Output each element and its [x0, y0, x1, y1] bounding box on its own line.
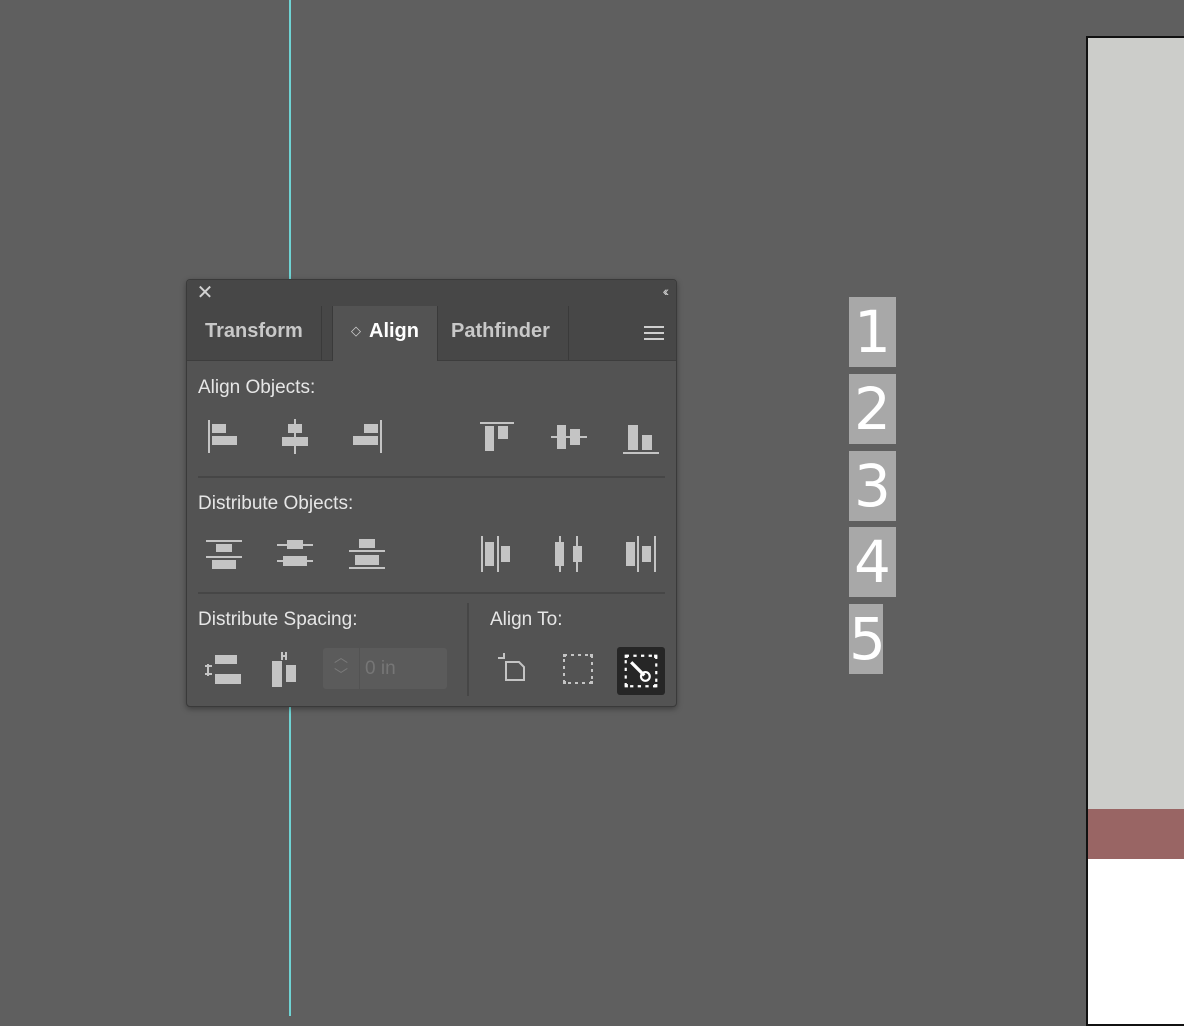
spacing-field: ︿ ﹀	[323, 648, 447, 689]
collapse-icon[interactable]: ‹‹	[663, 283, 670, 299]
vertical-distribute-space-icon	[205, 655, 241, 684]
distribute-bottom-edges-button[interactable]	[345, 532, 389, 576]
align-to-label: Align To:	[490, 609, 563, 630]
selection-icon	[563, 654, 593, 684]
align-to-artboard-button[interactable]	[492, 647, 536, 691]
tab-label: Align	[369, 320, 419, 342]
align-to-key-object-button[interactable]	[617, 647, 665, 695]
distribute-horizontal-centers-button[interactable]	[547, 532, 591, 576]
distribute-top-edges-button[interactable]	[202, 532, 246, 576]
chevron-up-icon[interactable]: ︿	[334, 649, 348, 665]
panel-menu-icon[interactable]	[644, 326, 664, 340]
artboard[interactable]	[1086, 36, 1184, 1026]
panel-titlebar[interactable]: ✕ ‹‹	[187, 280, 676, 306]
number-box-2[interactable]: 2	[849, 374, 896, 444]
number-box-1[interactable]: 1	[849, 297, 896, 367]
spacing-stepper[interactable]: ︿ ﹀	[323, 648, 360, 689]
distribute-hcenter-icon	[555, 536, 582, 572]
section-vertical-divider	[467, 603, 469, 696]
align-left-edges-button[interactable]	[201, 415, 245, 459]
distribute-vertical-centers-button[interactable]	[273, 532, 317, 576]
distribute-left-edges-button[interactable]	[475, 532, 519, 576]
number-box-5[interactable]: 5	[849, 604, 883, 674]
artboard-gray-area	[1088, 38, 1184, 809]
distribute-bottom-icon	[349, 539, 385, 569]
panel-tabbar: Transform ◇ Align Pathfinder	[187, 306, 676, 361]
tab-pathfinder[interactable]: Pathfinder	[433, 306, 569, 360]
number-label: 2	[854, 375, 891, 443]
tab-transform[interactable]: Transform	[187, 306, 322, 360]
close-icon[interactable]: ✕	[195, 283, 215, 303]
number-label: 1	[854, 298, 891, 366]
tab-label: Transform	[205, 320, 303, 342]
section-divider	[198, 476, 665, 478]
artboard-red-band	[1088, 809, 1184, 859]
distribute-vcenter-icon	[277, 540, 313, 566]
align-hcenter-icon	[282, 419, 308, 454]
align-left-icon	[208, 420, 237, 453]
spacing-input[interactable]	[363, 654, 447, 684]
align-right-edges-button[interactable]	[345, 415, 389, 459]
align-to-selection-button[interactable]	[556, 647, 600, 691]
align-bottom-icon	[623, 425, 659, 454]
number-box-3[interactable]: 3	[849, 451, 896, 521]
vertical-distribute-space-button[interactable]	[201, 647, 245, 691]
distribute-top-icon	[206, 540, 242, 569]
align-right-icon	[353, 420, 382, 453]
number-label: 3	[854, 452, 891, 520]
number-box-4[interactable]: 4	[849, 527, 896, 597]
tab-align[interactable]: ◇ Align	[332, 306, 438, 361]
align-vcenter-icon	[551, 425, 587, 449]
align-vertical-centers-button[interactable]	[547, 415, 591, 459]
key-object-icon	[624, 654, 658, 688]
horizontal-distribute-space-icon	[272, 652, 296, 687]
distribute-right-edges-button[interactable]	[618, 532, 662, 576]
distribute-right-icon	[626, 536, 656, 572]
distribute-left-icon	[481, 536, 510, 572]
align-horizontal-centers-button[interactable]	[273, 415, 317, 459]
align-top-edges-button[interactable]	[475, 415, 519, 459]
chevron-down-icon[interactable]: ﹀	[334, 667, 348, 683]
number-label: 5	[849, 605, 883, 673]
align-bottom-edges-button[interactable]	[618, 415, 662, 459]
updown-arrows-icon: ◇	[351, 323, 361, 338]
align-objects-label: Align Objects:	[198, 377, 316, 398]
number-label: 4	[854, 528, 891, 596]
align-panel: ✕ ‹‹ Transform ◇ Align Pathfinder Align O…	[186, 279, 677, 707]
tab-label: Pathfinder	[451, 320, 550, 342]
distribute-objects-label: Distribute Objects:	[198, 493, 354, 514]
section-divider	[198, 592, 665, 594]
horizontal-distribute-space-button[interactable]	[264, 647, 308, 691]
artboard-icon	[498, 653, 525, 681]
align-top-icon	[480, 422, 514, 451]
distribute-spacing-label: Distribute Spacing:	[198, 609, 358, 630]
